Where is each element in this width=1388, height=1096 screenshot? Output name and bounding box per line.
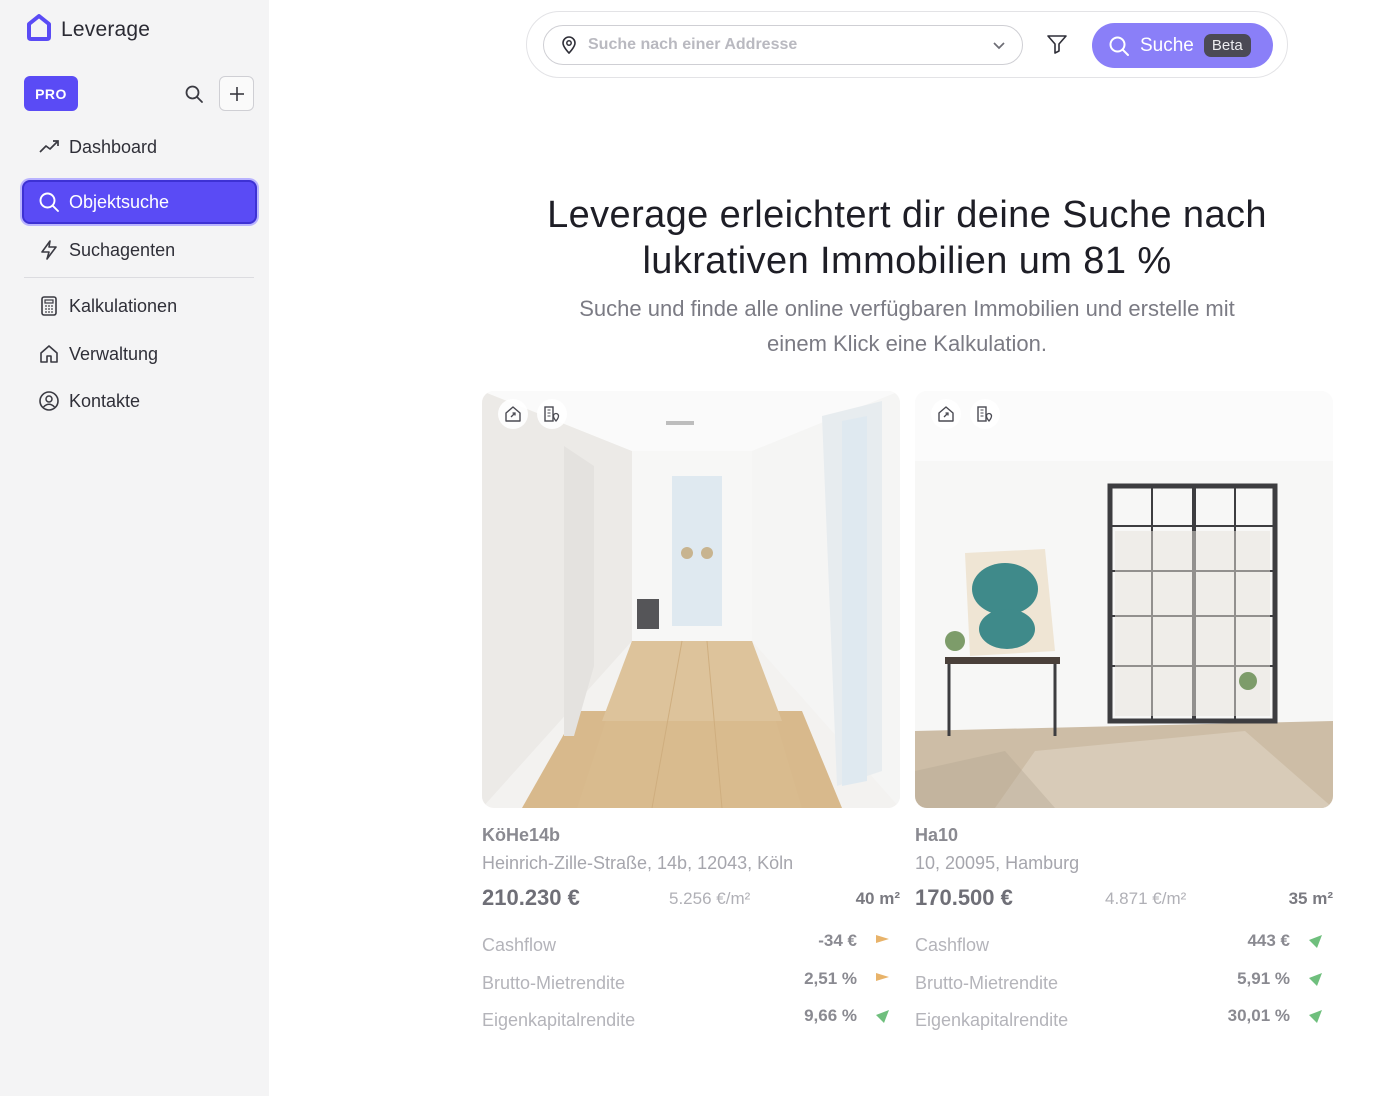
plus-icon — [229, 86, 244, 101]
metric-label: Eigenkapitalrendite — [915, 1010, 1069, 1030]
listing-photo[interactable] — [482, 391, 900, 808]
up-indicator-icon — [1309, 935, 1322, 948]
listing-price-per-sqm: 5.256 €/m² — [669, 889, 751, 908]
neutral-indicator-icon — [876, 935, 889, 943]
location-pin-icon — [562, 36, 576, 54]
hallway-photo — [482, 391, 900, 808]
metric-value: 443 € — [1247, 931, 1290, 950]
search-button[interactable]: Suche Beta — [1092, 23, 1273, 68]
metric-row-cashflow: Cashflow -34 € — [482, 931, 900, 957]
address-search-field[interactable] — [543, 25, 1023, 65]
sidebar-item-label: Kontakte — [69, 390, 141, 411]
search-icon — [1109, 36, 1129, 56]
metric-label: Cashflow — [915, 935, 990, 955]
chevron-down-icon[interactable] — [990, 36, 1008, 54]
filter-icon — [1047, 35, 1067, 54]
building-pin-icon — [977, 406, 993, 423]
search-icon — [185, 85, 203, 103]
listing-address: Heinrich-Zille-Straße, 14b, 12043, Köln — [482, 853, 794, 873]
metric-row-eigenkapitalrendite: Eigenkapitalrendite 9,66 % — [482, 1006, 900, 1032]
hero-subtitle-line: einem Klick eine Kalkulation. — [766, 331, 1048, 356]
building-location-button[interactable] — [537, 399, 567, 429]
user-circle-icon — [38, 390, 60, 412]
up-indicator-icon — [1309, 1010, 1322, 1023]
neutral-indicator-icon — [876, 973, 889, 981]
metric-value: 5,91 % — [1237, 969, 1290, 988]
sidebar-search-button[interactable] — [182, 82, 206, 106]
sidebar-item-kontakte[interactable]: Kontakte — [22, 379, 257, 423]
metric-row-eigenkapitalrendite: Eigenkapitalrendite 30,01 % — [915, 1006, 1333, 1032]
listing-card[interactable]: Ha10 10, 20095, Hamburg 170.500 € 4.871 … — [915, 391, 1333, 1030]
filter-button[interactable] — [1043, 30, 1071, 58]
listing-price: 170.500 € — [915, 885, 1013, 910]
trend-icon — [38, 136, 60, 158]
listing-photo[interactable] — [915, 391, 1333, 808]
sidebar-item-suchagenten[interactable]: Suchagenten — [22, 228, 257, 272]
metric-label: Eigenkapitalrendite — [482, 1010, 636, 1030]
listing-name: KöHe14b — [482, 825, 561, 845]
metric-value: 2,51 % — [804, 969, 857, 988]
hero-title-line: lukrativen Immobilien um 81 % — [642, 240, 1172, 282]
metric-row-brutto-mietrendite: Brutto-Mietrendite 2,51 % — [482, 969, 900, 995]
hero-subtitle: Suche und finde alle online verfügbaren … — [480, 291, 1334, 361]
building-location-button[interactable] — [970, 399, 1000, 429]
sidebar-item-objektsuche[interactable]: Objektsuche — [22, 180, 257, 224]
up-indicator-icon — [876, 1010, 889, 1023]
up-indicator-icon — [1309, 973, 1322, 986]
beta-badge: Beta — [1203, 34, 1251, 57]
listing-card[interactable]: KöHe14b Heinrich-Zille-Straße, 14b, 1204… — [482, 391, 900, 1030]
pro-badge[interactable]: PRO — [24, 76, 78, 111]
listing-name: Ha10 — [915, 825, 959, 845]
metric-row-cashflow: Cashflow 443 € — [915, 931, 1333, 957]
metric-value: 9,66 % — [804, 1006, 857, 1025]
sidebar-item-verwaltung[interactable]: Verwaltung — [22, 332, 257, 376]
sidebar-divider — [24, 277, 254, 278]
sidebar-item-kalkulationen[interactable]: Kalkulationen — [22, 284, 257, 328]
metric-row-brutto-mietrendite: Brutto-Mietrendite 5,91 % — [915, 969, 1333, 995]
search-bar: Suche Beta — [526, 11, 1288, 78]
search-button-label: Suche — [1140, 34, 1194, 56]
sidebar-item-dashboard[interactable]: Dashboard — [22, 125, 257, 169]
listing-area: 35 m² — [1288, 889, 1333, 908]
listing-area: 40 m² — [855, 889, 900, 908]
add-button[interactable] — [219, 76, 254, 111]
sidebar-item-label: Objektsuche — [69, 191, 170, 212]
logo-house-icon — [27, 14, 51, 41]
sidebar-item-label: Verwaltung — [69, 343, 159, 364]
search-icon — [38, 191, 60, 213]
house-arrow-icon — [938, 406, 954, 422]
living-room-photo — [915, 391, 1333, 808]
open-external-button[interactable] — [498, 399, 528, 429]
lightning-icon — [38, 239, 60, 261]
sidebar-item-label: Dashboard — [69, 136, 158, 157]
brand[interactable]: Leverage — [26, 12, 150, 42]
hero-subtitle-line: Suche und finde alle online verfügbaren … — [579, 296, 1235, 321]
sidebar: Leverage PRO Dashboard Objektsuche Sucha… — [0, 0, 269, 1096]
metric-label: Brutto-Mietrendite — [482, 973, 626, 993]
app-name: Leverage — [61, 18, 151, 41]
metric-value: -34 € — [818, 931, 857, 950]
metric-label: Cashflow — [482, 935, 557, 955]
hero-title: Leverage erleichtert dir deine Suche nac… — [480, 192, 1334, 284]
listing-price-per-sqm: 4.871 €/m² — [1105, 889, 1187, 908]
building-pin-icon — [544, 406, 560, 423]
sidebar-item-label: Suchagenten — [69, 239, 176, 260]
sidebar-item-label: Kalkulationen — [69, 295, 178, 316]
metric-label: Brutto-Mietrendite — [915, 973, 1059, 993]
hero-title-line: Leverage erleichtert dir deine Suche nac… — [547, 194, 1267, 236]
calculator-icon — [38, 295, 60, 317]
listing-address: 10, 20095, Hamburg — [915, 853, 1080, 873]
listing-price: 210.230 € — [482, 885, 580, 910]
home-icon — [38, 343, 60, 365]
metric-value: 30,01 % — [1227, 1006, 1290, 1025]
house-arrow-icon — [505, 406, 521, 422]
open-external-button[interactable] — [931, 399, 961, 429]
address-search-input[interactable] — [588, 36, 968, 54]
